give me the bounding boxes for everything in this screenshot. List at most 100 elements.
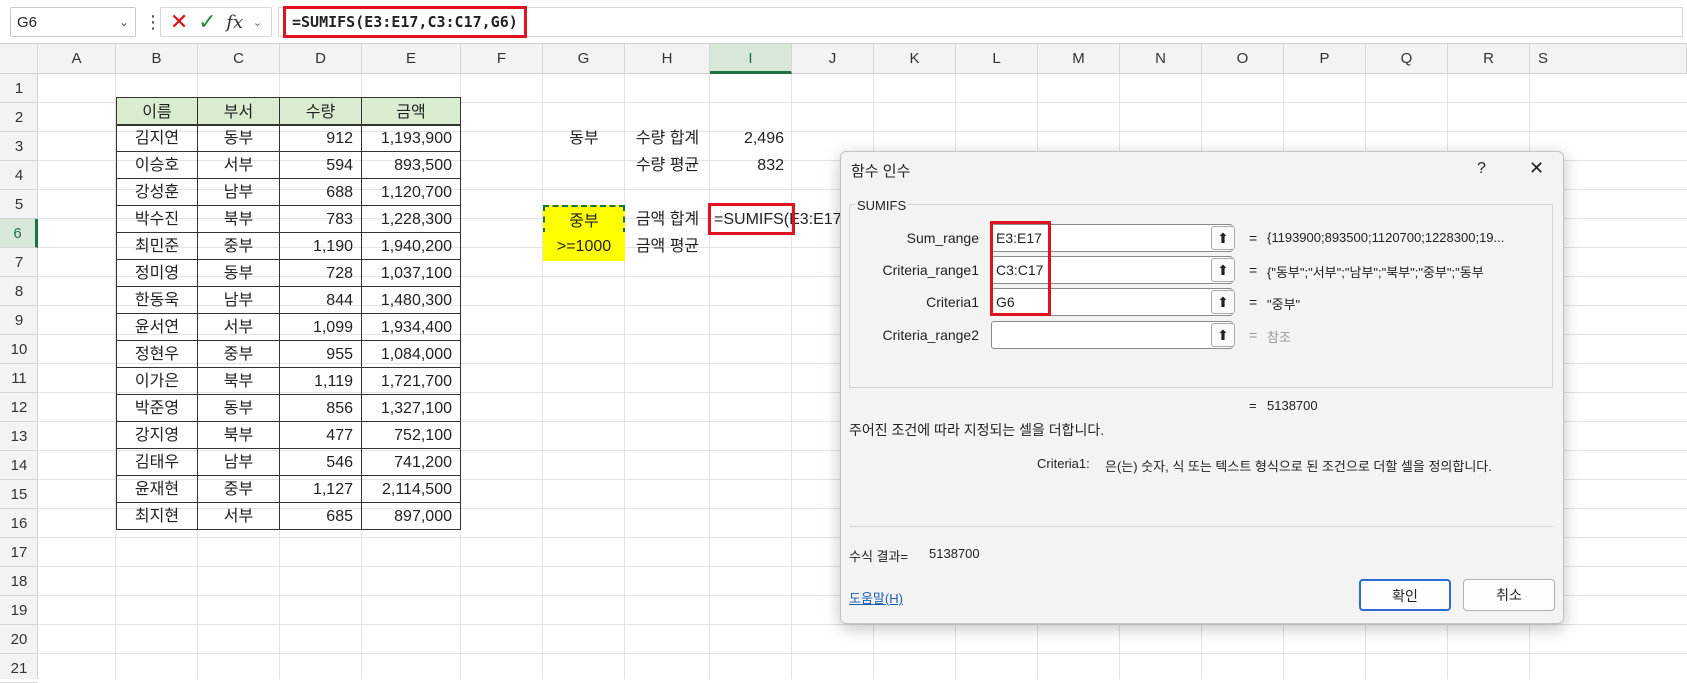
column-header[interactable]: F	[461, 44, 543, 74]
table-header[interactable]: 금액	[361, 97, 461, 126]
cancel-icon[interactable]: ✕	[170, 11, 188, 33]
table-header[interactable]: 이름	[116, 97, 198, 126]
column-header[interactable]: N	[1120, 44, 1202, 74]
column-header[interactable]: M	[1038, 44, 1120, 74]
column-header[interactable]: A	[38, 44, 116, 74]
table-cell[interactable]: 1,084,000	[361, 340, 461, 368]
column-header[interactable]: S	[1530, 44, 1687, 74]
table-cell[interactable]: 1,327,100	[361, 394, 461, 422]
insert-function-icon[interactable]: fx	[226, 12, 243, 33]
row-header[interactable]: 7	[0, 248, 38, 277]
chevron-down-icon[interactable]: ⌄	[119, 15, 129, 29]
table-cell[interactable]: 서부	[197, 151, 280, 179]
cell-g7[interactable]: >=1000	[543, 232, 625, 261]
table-cell[interactable]: 893,500	[361, 151, 461, 179]
table-cell[interactable]: 이가은	[116, 367, 198, 395]
table-cell[interactable]: 동부	[197, 259, 280, 287]
collapse-dialog-icon[interactable]: ⬆	[1211, 258, 1235, 282]
table-cell[interactable]: 김태우	[116, 448, 198, 476]
close-icon[interactable]: ✕	[1529, 158, 1544, 179]
column-header[interactable]: E	[362, 44, 461, 74]
table-cell[interactable]: 728	[279, 259, 362, 287]
table-cell[interactable]: 강지영	[116, 421, 198, 449]
table-cell[interactable]: 1,721,700	[361, 367, 461, 395]
row-header[interactable]: 12	[0, 393, 38, 422]
column-header[interactable]: G	[543, 44, 625, 74]
ok-button[interactable]: 확인	[1359, 579, 1451, 611]
table-cell[interactable]: 최지현	[116, 502, 198, 530]
row-header[interactable]: 11	[0, 364, 38, 393]
row-header[interactable]: 10	[0, 335, 38, 364]
table-cell[interactable]: 856	[279, 394, 362, 422]
help-icon[interactable]: ?	[1477, 160, 1486, 178]
column-header[interactable]: C	[198, 44, 280, 74]
table-cell[interactable]: 최민준	[116, 232, 198, 260]
cell-h4[interactable]: 수량 평균	[625, 151, 710, 180]
column-header[interactable]: P	[1284, 44, 1366, 74]
row-header[interactable]: 14	[0, 451, 38, 480]
row-header[interactable]: 20	[0, 625, 38, 654]
table-cell[interactable]: 1,940,200	[361, 232, 461, 260]
table-cell[interactable]: 594	[279, 151, 362, 179]
table-cell[interactable]: 1,037,100	[361, 259, 461, 287]
row-header[interactable]: 19	[0, 596, 38, 625]
table-cell[interactable]: 남부	[197, 448, 280, 476]
row-header[interactable]: 16	[0, 509, 38, 538]
table-cell[interactable]: 남부	[197, 286, 280, 314]
table-cell[interactable]: 546	[279, 448, 362, 476]
row-header[interactable]: 4	[0, 161, 38, 190]
table-cell[interactable]: 897,000	[361, 502, 461, 530]
cell-i3[interactable]: 2,496	[710, 124, 792, 153]
table-cell[interactable]: 중부	[197, 475, 280, 503]
table-cell[interactable]: 이승호	[116, 151, 198, 179]
table-cell[interactable]: 741,200	[361, 448, 461, 476]
row-header[interactable]: 15	[0, 480, 38, 509]
column-header[interactable]: L	[956, 44, 1038, 74]
table-cell[interactable]: 1,228,300	[361, 205, 461, 233]
row-header[interactable]: 2	[0, 103, 38, 132]
table-cell[interactable]: 윤재현	[116, 475, 198, 503]
table-cell[interactable]: 박준영	[116, 394, 198, 422]
column-header[interactable]: R	[1448, 44, 1530, 74]
table-cell[interactable]: 1,934,400	[361, 313, 461, 341]
table-cell[interactable]: 1,119	[279, 367, 362, 395]
column-header[interactable]: Q	[1366, 44, 1448, 74]
enter-icon[interactable]: ✓	[198, 11, 216, 33]
collapse-dialog-icon[interactable]: ⬆	[1211, 290, 1235, 314]
table-cell[interactable]: 중부	[197, 340, 280, 368]
formula-input[interactable]: =SUMIFS(E3:E17,C3:C17,G6)	[278, 6, 1683, 38]
table-cell[interactable]: 1,099	[279, 313, 362, 341]
row-header[interactable]: 5	[0, 190, 38, 219]
cell-g3[interactable]: 동부	[543, 124, 625, 153]
column-header[interactable]: O	[1202, 44, 1284, 74]
table-cell[interactable]: 북부	[197, 421, 280, 449]
table-cell[interactable]: 동부	[197, 124, 280, 152]
table-cell[interactable]: 강성훈	[116, 178, 198, 206]
table-cell[interactable]: 윤서연	[116, 313, 198, 341]
cell-g6[interactable]: 중부	[543, 205, 625, 234]
table-cell[interactable]: 912	[279, 124, 362, 152]
cell-i4[interactable]: 832	[710, 151, 792, 180]
table-cell[interactable]: 688	[279, 178, 362, 206]
cell-h7[interactable]: 금액 평균	[625, 232, 710, 261]
table-cell[interactable]: 정미영	[116, 259, 198, 287]
table-cell[interactable]: 동부	[197, 394, 280, 422]
row-header-selected[interactable]: 6	[0, 219, 38, 248]
collapse-dialog-icon[interactable]: ⬆	[1211, 226, 1235, 250]
column-header[interactable]: D	[280, 44, 362, 74]
column-header-selected[interactable]: I	[710, 44, 792, 74]
table-cell[interactable]: 정현우	[116, 340, 198, 368]
row-header[interactable]: 1	[0, 74, 38, 103]
table-cell[interactable]: 1,193,900	[361, 124, 461, 152]
row-header[interactable]: 3	[0, 132, 38, 161]
cancel-button[interactable]: 취소	[1463, 579, 1555, 611]
table-cell[interactable]: 955	[279, 340, 362, 368]
table-cell[interactable]: 783	[279, 205, 362, 233]
table-cell[interactable]: 1,127	[279, 475, 362, 503]
table-cell[interactable]: 477	[279, 421, 362, 449]
collapse-dialog-icon[interactable]: ⬆	[1211, 323, 1235, 347]
cell-h3[interactable]: 수량 합계	[625, 124, 710, 153]
table-cell[interactable]: 1,120,700	[361, 178, 461, 206]
table-cell[interactable]: 1,190	[279, 232, 362, 260]
row-header[interactable]: 18	[0, 567, 38, 596]
